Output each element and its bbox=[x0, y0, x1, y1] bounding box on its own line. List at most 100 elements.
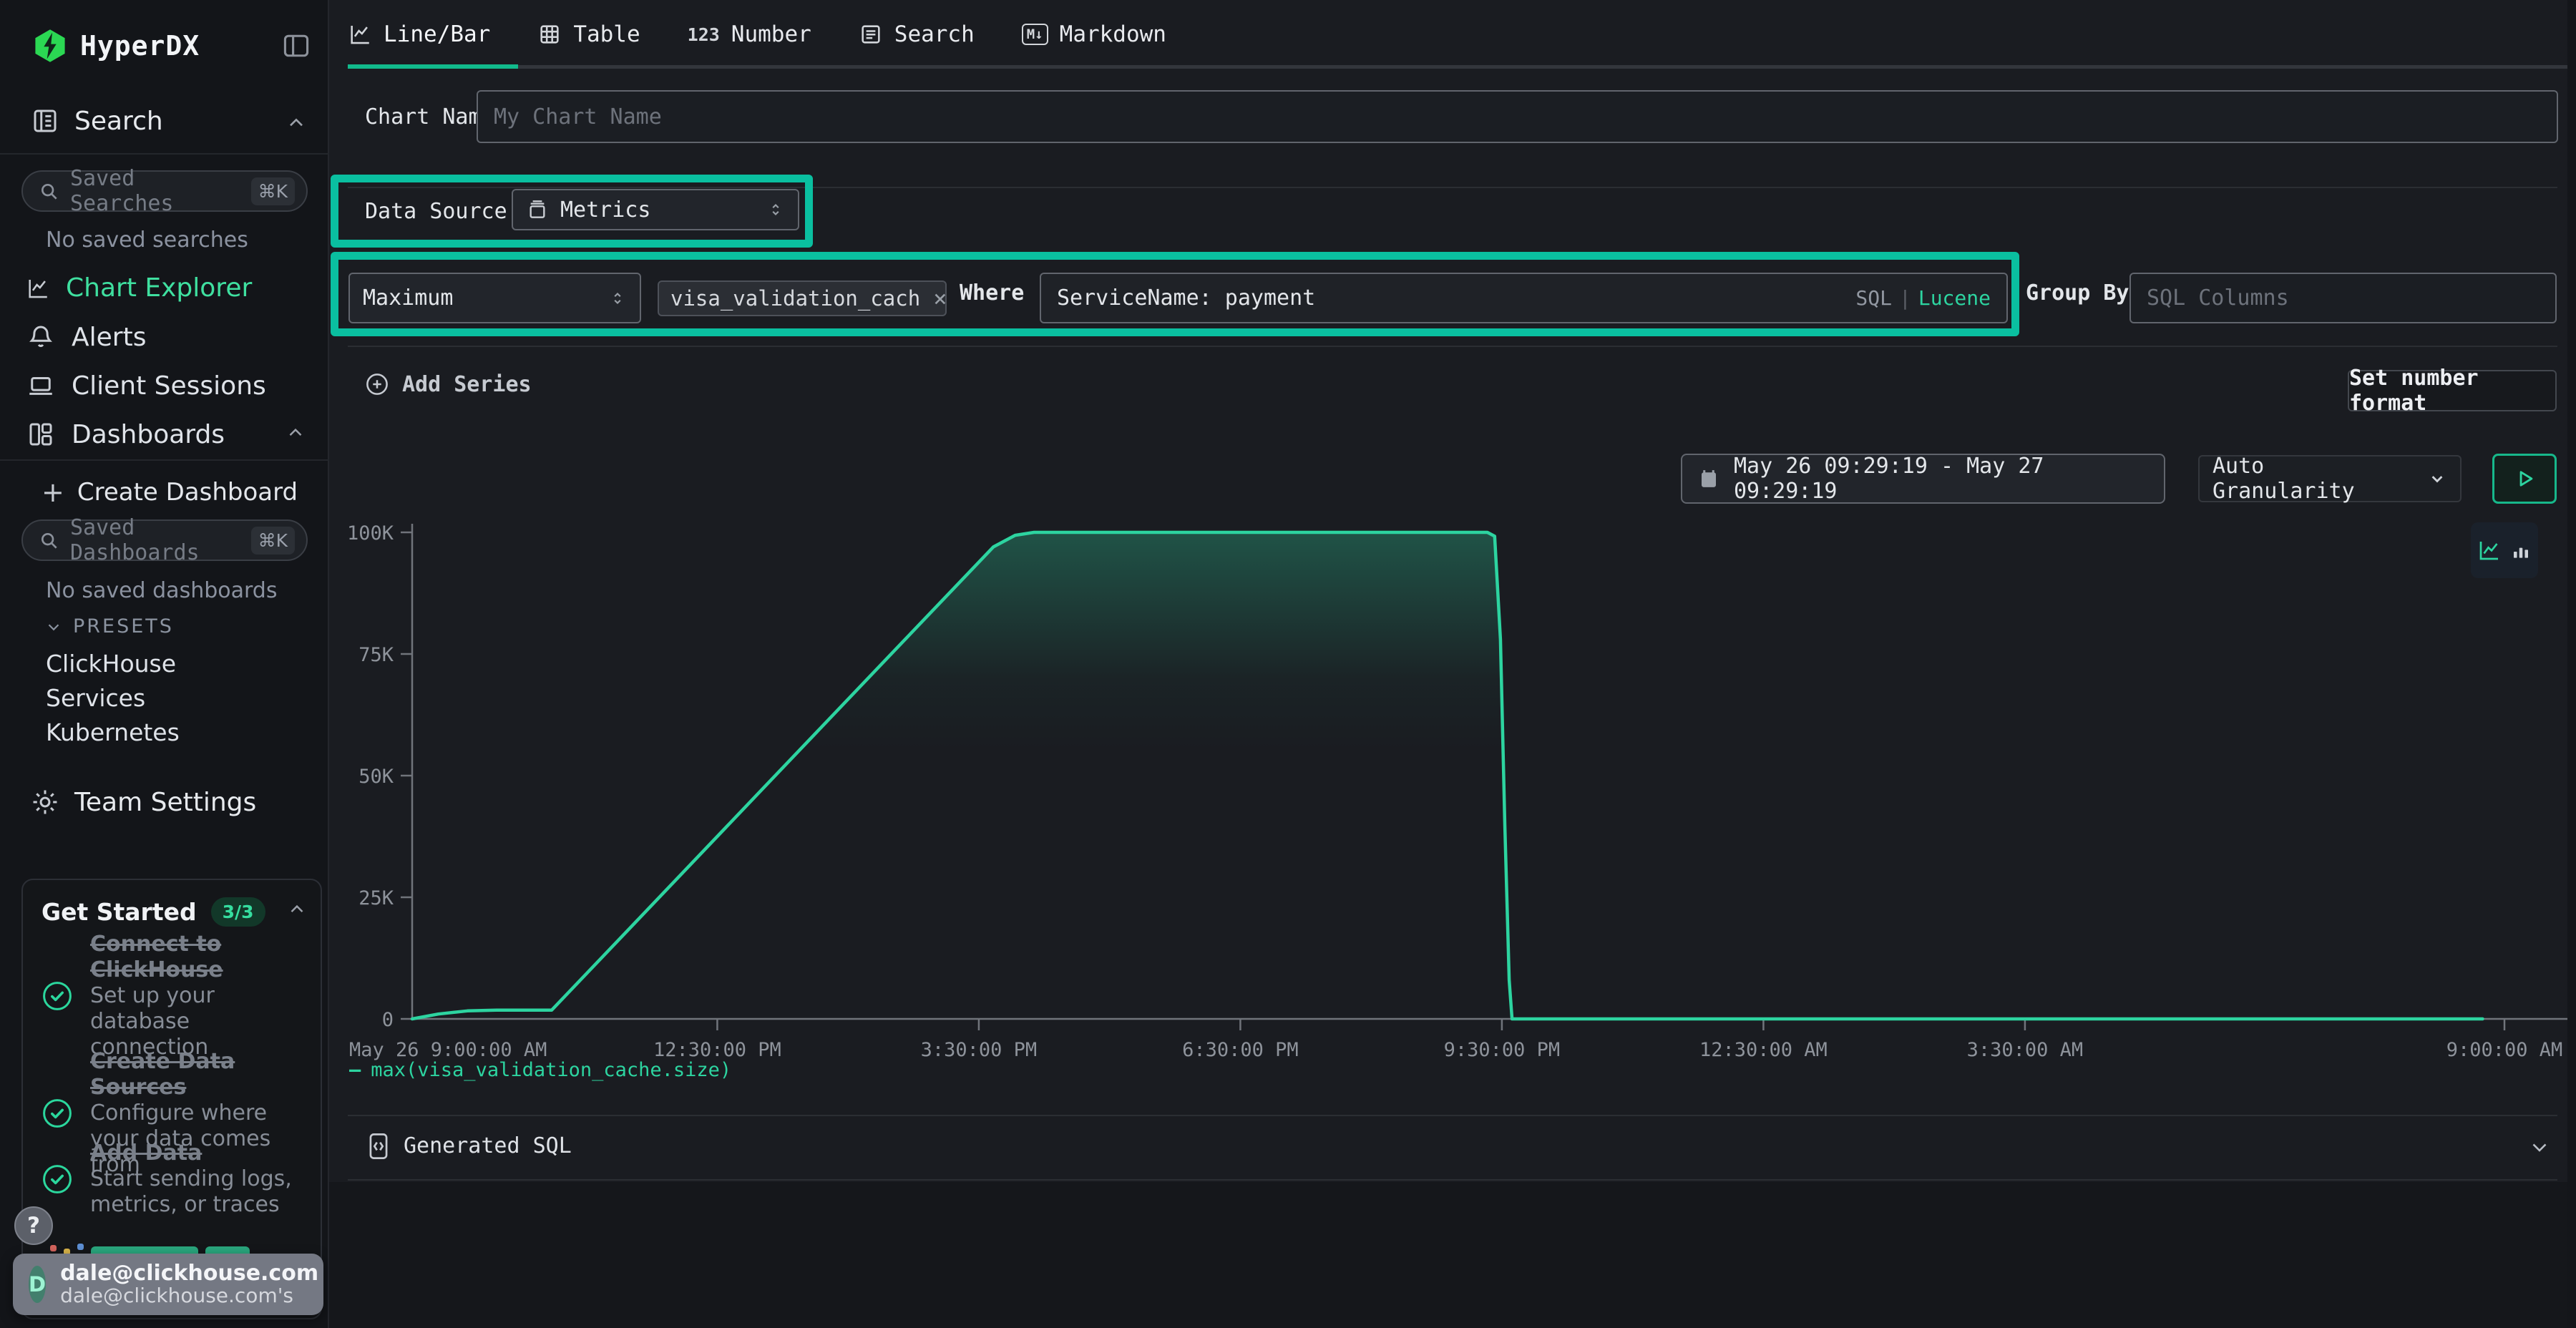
num123-icon: 123 bbox=[688, 24, 720, 45]
list-icon bbox=[859, 22, 883, 47]
chevron-up-icon[interactable] bbox=[285, 422, 306, 444]
generated-sql-row[interactable]: Generated SQL bbox=[329, 1116, 2576, 1179]
chart-legend[interactable]: — max(visa_validation_cache.size) bbox=[349, 1059, 731, 1081]
sidebar-item-alerts[interactable]: Alerts bbox=[26, 322, 146, 352]
logo[interactable]: HyperDX bbox=[31, 27, 200, 64]
chevron-up-icon[interactable] bbox=[286, 899, 308, 920]
chevron-down-icon bbox=[2527, 1135, 2552, 1159]
presets-header[interactable]: PRESETS bbox=[44, 615, 174, 638]
help-button[interactable]: ? bbox=[14, 1206, 53, 1245]
svg-text:9:00:00 AM: 9:00:00 AM bbox=[2446, 1039, 2563, 1061]
group-by-input[interactable]: SQL Columns bbox=[2129, 273, 2557, 323]
sidebar-section-search[interactable]: Search bbox=[30, 106, 163, 136]
sidebar-item-client-sessions[interactable]: Client Sessions bbox=[26, 371, 266, 401]
scrollbar-track[interactable] bbox=[2567, 0, 2576, 1328]
group-by-placeholder: SQL Columns bbox=[2147, 285, 2289, 311]
group-by-label: Group By bbox=[2026, 280, 2129, 306]
svg-text:0: 0 bbox=[382, 1009, 394, 1031]
sidebar: HyperDX Search Saved Searches ⌘K No save… bbox=[0, 0, 329, 1328]
set-number-format-button[interactable]: Set number format bbox=[2348, 370, 2557, 411]
hyperdx-logo-icon bbox=[31, 27, 69, 64]
avatar: D bbox=[29, 1266, 46, 1303]
svg-text:3:30:00 AM: 3:30:00 AM bbox=[1967, 1039, 2084, 1061]
granularity-select[interactable]: Auto Granularity bbox=[2198, 455, 2462, 502]
active-tab-underline bbox=[348, 64, 518, 69]
chart-name-input[interactable]: My Chart Name bbox=[477, 90, 2558, 143]
tab-number[interactable]: 123Number bbox=[688, 21, 811, 47]
granularity-value: Auto Granularity bbox=[2212, 454, 2416, 504]
main-content: Line/BarTable123NumberSearchM↓Markdown C… bbox=[329, 0, 2576, 1328]
divider bbox=[348, 187, 2557, 188]
sidebar-collapse-icon[interactable] bbox=[280, 30, 312, 62]
plus-icon: + bbox=[42, 480, 64, 504]
svg-text:3:30:00 PM: 3:30:00 PM bbox=[921, 1039, 1038, 1061]
lucene-option[interactable]: Lucene bbox=[1918, 286, 1991, 310]
date-range-input[interactable]: May 26 09:29:19 - May 27 09:29:19 bbox=[1681, 454, 2165, 504]
user-menu[interactable]: D dale@clickhouse.com dale@clickhouse.co… bbox=[13, 1254, 323, 1315]
generated-sql-label: Generated SQL bbox=[404, 1133, 572, 1158]
user-email: dale@clickhouse.com bbox=[60, 1262, 318, 1285]
tab-markdown[interactable]: M↓Markdown bbox=[1022, 21, 1166, 47]
sql-option[interactable]: SQL bbox=[1855, 286, 1892, 310]
chevron-down-icon bbox=[2427, 469, 2447, 489]
divider bbox=[0, 459, 329, 461]
tab-search[interactable]: Search bbox=[859, 21, 975, 47]
preset-kubernetes[interactable]: Kubernetes bbox=[46, 718, 180, 746]
chevron-down-icon bbox=[44, 617, 63, 636]
dashboard-icon bbox=[26, 419, 56, 449]
add-series-button[interactable]: Add Series bbox=[364, 371, 532, 398]
timeseries-chart[interactable]: 025K50K75K100KMay 26 9:00:00 AM12:30:00 … bbox=[336, 515, 2576, 1080]
get-started-item-connect-to-clickhouse[interactable]: Connect to ClickHouseSet up your databas… bbox=[40, 932, 306, 1060]
where-input[interactable]: ServiceName: payment SQL|Lucene bbox=[1040, 273, 2008, 323]
chart-name-placeholder: My Chart Name bbox=[494, 104, 662, 130]
saved-searches-placeholder: Saved Searches bbox=[70, 166, 241, 216]
saved-dashboards-input[interactable]: Saved Dashboards ⌘K bbox=[21, 519, 308, 561]
get-started-header[interactable]: Get Started 3/3 bbox=[42, 897, 265, 927]
metrics-icon bbox=[526, 198, 549, 221]
get-started-item-add-data[interactable]: Add DataStart sending logs, metrics, or … bbox=[40, 1141, 306, 1218]
code-icon bbox=[365, 1131, 392, 1162]
preset-services[interactable]: Services bbox=[46, 684, 145, 712]
svg-text:6:30:00 PM: 6:30:00 PM bbox=[1182, 1039, 1299, 1061]
svg-text:9:30:00 PM: 9:30:00 PM bbox=[1444, 1039, 1561, 1061]
svg-text:50K: 50K bbox=[358, 766, 394, 788]
help-label: ? bbox=[27, 1213, 40, 1239]
data-source-select[interactable]: Metrics bbox=[512, 189, 799, 230]
bell-icon bbox=[26, 322, 56, 352]
aggregation-select[interactable]: Maximum bbox=[348, 273, 641, 323]
tab-line-bar[interactable]: Line/Bar bbox=[348, 21, 490, 47]
remove-token-icon[interactable]: × bbox=[933, 285, 947, 312]
tab-underline bbox=[348, 65, 2576, 69]
divider bbox=[348, 1179, 2557, 1181]
sidebar-item-dashboards[interactable]: Dashboards bbox=[26, 419, 225, 449]
metric-token[interactable]: visa_validation_cach × bbox=[658, 280, 947, 316]
linechart-icon bbox=[26, 276, 50, 301]
table-icon bbox=[537, 22, 562, 47]
svg-text:25K: 25K bbox=[358, 887, 394, 909]
sidebar-item-team-settings[interactable]: Team Settings bbox=[30, 787, 256, 817]
tab-bar: Line/Bar Table 123Number Search M↓Markdown bbox=[329, 0, 2576, 69]
presets-label: PRESETS bbox=[73, 615, 174, 638]
where-value: ServiceName: payment bbox=[1057, 285, 1315, 311]
add-series-label: Add Series bbox=[402, 372, 532, 397]
aggregation-value: Maximum bbox=[363, 285, 453, 311]
create-dashboard-button[interactable]: + Create Dashboard bbox=[42, 478, 298, 507]
play-icon bbox=[2512, 467, 2537, 491]
preset-clickhouse[interactable]: ClickHouse bbox=[46, 650, 176, 678]
laptop-icon bbox=[26, 371, 56, 401]
caret-updown-icon bbox=[608, 289, 627, 308]
query-language-toggle[interactable]: SQL|Lucene bbox=[1855, 286, 1991, 310]
tab-table[interactable]: Table bbox=[537, 21, 640, 47]
plus-circle-icon bbox=[364, 371, 391, 398]
get-started-title: Get Started bbox=[42, 898, 197, 926]
svg-text:75K: 75K bbox=[358, 644, 394, 666]
user-org: dale@clickhouse.com's bbox=[60, 1285, 318, 1307]
shortcut-badge: ⌘K bbox=[251, 177, 295, 205]
metric-token-label: visa_validation_cach bbox=[670, 286, 920, 311]
sidebar-item-chart-explorer[interactable]: Chart Explorer bbox=[26, 273, 252, 303]
saved-searches-input[interactable]: Saved Searches ⌘K bbox=[21, 170, 308, 212]
data-source-value: Metrics bbox=[560, 197, 650, 223]
divider bbox=[0, 153, 329, 155]
chevron-up-icon[interactable] bbox=[285, 112, 308, 135]
run-query-button[interactable] bbox=[2492, 454, 2557, 504]
